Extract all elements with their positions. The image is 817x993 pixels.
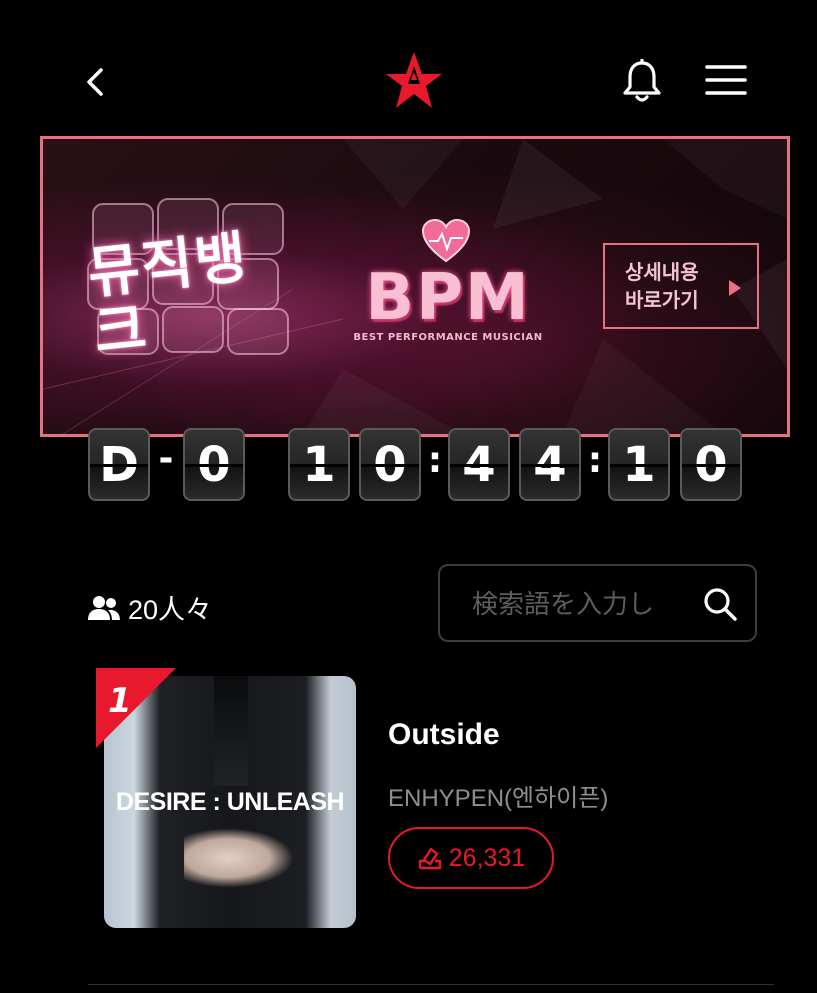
album-cover-title: DESIRE : UNLEASH [115,788,345,816]
star-a-logo-icon [386,52,442,108]
countdown-second-ones: 0 [680,428,742,501]
heart-icon [421,219,471,263]
search-input[interactable] [470,584,684,626]
artist-name: ENHYPEN(엔하이픈) [388,785,609,812]
song-title: Outside [388,718,500,751]
cover-hands [184,828,294,888]
back-button[interactable] [72,58,120,106]
countdown-day-digit: 0 [183,428,245,501]
countdown-separator-2: : [587,440,603,481]
countdown-day-label: D [88,428,150,501]
vote-count: 26,331 [448,843,526,872]
countdown-second-tens: 1 [608,428,670,501]
countdown-minute-ones: 4 [519,428,581,501]
countdown-minute-tens: 4 [448,428,510,501]
vote-button[interactable]: 26,331 [388,827,554,889]
detail-link-button[interactable]: 상세내용 바로가기 [603,243,759,329]
vote-icon [418,847,441,870]
bell-icon [623,59,661,102]
countdown-day-separator: - [158,438,174,479]
bpm-subtitle: BEST PERFORMANCE MUSICIAN [353,332,543,343]
bpm-title: BPM [365,261,531,335]
event-banner[interactable]: 뮤직뱅크 BPM BEST PERFORMANCE MUSICIAN 상세내용 … [40,136,790,437]
search-icon[interactable] [702,586,738,622]
menu-button[interactable] [700,56,752,104]
chevron-left-icon [87,68,103,96]
vote-page: 뮤직뱅크 BPM BEST PERFORMANCE MUSICIAN 상세내용 … [0,0,817,993]
countdown-hour-tens: 1 [288,428,350,501]
rank-number: 1 [108,681,132,721]
list-divider [88,984,774,985]
detail-link-label: 상세내용 바로가기 [625,260,699,312]
hamburger-menu-icon [705,65,747,95]
home-logo[interactable] [378,46,450,114]
participant-count-label: 20人々 [128,595,213,625]
notification-button[interactable] [616,54,668,108]
users-icon [88,595,120,620]
play-triangle-icon [729,280,741,296]
cover-shirt-collar [214,676,248,786]
countdown-separator-1: : [427,440,443,481]
participant-count: 20人々 [88,588,212,627]
banner-logo-text: 뮤직뱅크 [84,225,252,367]
search-box[interactable] [438,564,757,642]
countdown-hour-ones: 0 [359,428,421,501]
